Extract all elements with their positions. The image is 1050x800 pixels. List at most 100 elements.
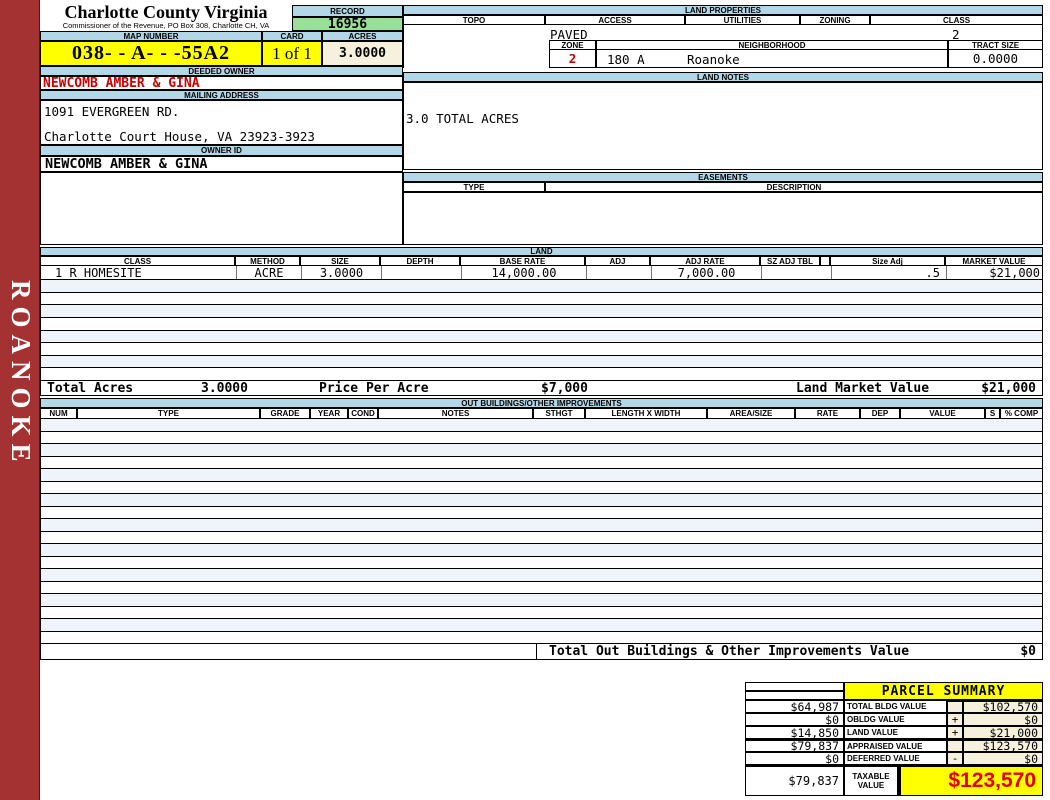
taxable-value: $123,570: [900, 765, 1043, 796]
summary-label-1: OBLDG VALUE: [844, 713, 947, 726]
col-dep: DEP: [860, 408, 900, 419]
map-number-value: 038- - A- - -55A2: [40, 41, 262, 66]
col-s: S: [985, 408, 1000, 419]
col-sthgt: STHGT: [533, 408, 585, 419]
col-sz-adj-tbl: SZ ADJ TBL: [760, 256, 820, 266]
col-area-size: AREA/SIZE: [707, 408, 795, 419]
land-market-value: $21,000: [946, 266, 1044, 279]
neighborhood-cell: 180 A Roanoke: [596, 50, 948, 68]
card-label: CARD: [262, 31, 322, 41]
acres-label: ACRES: [322, 31, 403, 41]
summary-value-2: $21,000: [963, 726, 1043, 739]
col-access: ACCESS: [545, 15, 685, 25]
empty-row: [41, 519, 1042, 532]
empty-row: [41, 293, 1042, 306]
out-buildings-total-label: Total Out Buildings & Other Improvements…: [549, 644, 909, 659]
empty-row: [41, 368, 1042, 380]
col-market-value: MARKET VALUE: [945, 256, 1043, 266]
empty-row: [41, 507, 1042, 520]
col-class: CLASS: [870, 15, 1043, 25]
col-adj: ADJ: [585, 256, 650, 266]
zone-label: ZONE: [549, 40, 596, 50]
empty-row: [41, 318, 1042, 331]
card-value: 1 of 1: [262, 41, 322, 66]
neighborhood-code: 180 A: [607, 52, 645, 67]
owner-notes-empty-box: [40, 172, 403, 245]
empty-row: [41, 469, 1042, 482]
mailing-address-box: 1091 EVERGREEN RD. Charlotte Court House…: [40, 100, 403, 145]
col-pct-comp: % COMP: [1000, 408, 1043, 419]
col-type: TYPE: [77, 408, 260, 419]
land-properties-title: LAND PROPERTIES: [403, 5, 1043, 15]
summary-op-3: [947, 739, 963, 752]
summary-left-2: $14,850: [745, 726, 844, 739]
empty-row: [41, 280, 1042, 293]
empty-row: [41, 419, 1042, 432]
col-base-rate: BASE RATE: [460, 256, 585, 266]
col-spacer: [820, 256, 830, 266]
county-title: Charlotte County Virginia: [40, 2, 292, 23]
record-value: 16956: [292, 17, 403, 31]
empty-row: [41, 444, 1042, 457]
price-per-acre-value: $7,000: [541, 381, 588, 395]
land-class: 1 R HOMESITE: [41, 266, 236, 279]
col-year: YEAR: [310, 408, 348, 419]
land-sz-adj-tbl: [761, 266, 821, 279]
address-line-2: Charlotte Court House, VA 23923-3923: [44, 129, 315, 144]
empty-row: [41, 331, 1042, 344]
col-easement-type: TYPE: [403, 182, 545, 192]
empty-row: [41, 569, 1042, 582]
summary-value-1: $0: [963, 713, 1043, 726]
empty-row: [41, 544, 1042, 557]
empty-row: [41, 532, 1042, 545]
col-notes: NOTES: [378, 408, 533, 419]
col-easement-description: DESCRIPTION: [545, 182, 1043, 192]
land-base-rate: 14,000.00: [461, 266, 586, 279]
col-rate: RATE: [795, 408, 860, 419]
empty-row: [41, 432, 1042, 445]
summary-op-2: +: [947, 726, 963, 739]
land-notes-box: 3.0 TOTAL ACRES: [403, 82, 1043, 170]
easements-empty-box: [403, 192, 1043, 245]
empty-row: [41, 619, 1042, 632]
total-acres-value: 3.0000: [201, 381, 248, 395]
parcel-summary: PARCEL SUMMARY $64,987 TOTAL BLDG VALUE …: [745, 682, 1043, 796]
neighborhood-name: Roanoke: [687, 52, 740, 67]
summary-label-0: TOTAL BLDG VALUE: [844, 700, 947, 713]
owner-id-value: NEWCOMB AMBER & GINA: [40, 156, 403, 172]
col-method: METHOD: [235, 256, 300, 266]
col-topo: TOPO: [403, 15, 545, 25]
summary-value-3: $123,570: [963, 739, 1043, 752]
parcel-summary-title: PARCEL SUMMARY: [844, 682, 1043, 700]
empty-row: [41, 343, 1042, 356]
out-buildings-empty-rows: [40, 419, 1043, 643]
col-value: VALUE: [900, 408, 985, 419]
summary-op-0: [947, 700, 963, 713]
col-size-adj: Size Adj: [830, 256, 945, 266]
summary-op-1: +: [947, 713, 963, 726]
summary-op-4: -: [947, 752, 963, 765]
summary-value-4: $0: [963, 752, 1043, 765]
total-acres-label: Total Acres: [47, 381, 133, 395]
out-buildings-total-row: Total Out Buildings & Other Improvements…: [40, 643, 1043, 660]
land-note-text: 3.0 TOTAL ACRES: [406, 111, 519, 126]
col-length-width: LENGTH X WIDTH: [585, 408, 707, 419]
col-utilities: UTILITIES: [685, 15, 800, 25]
col-zoning: ZONING: [800, 15, 870, 25]
col-cond: COND: [348, 408, 378, 419]
out-buildings-header-row: NUM TYPE GRADE YEAR COND NOTES STHGT LEN…: [40, 408, 1043, 419]
out-buildings-table: OUT BUILDINGS/OTHER IMPROVEMENTS NUM TYP…: [40, 398, 1043, 660]
land-empty-rows: [40, 280, 1043, 380]
land-table-header-row: CLASS METHOD SIZE DEPTH BASE RATE ADJ AD…: [40, 256, 1043, 266]
land-table: LAND CLASS METHOD SIZE DEPTH BASE RATE A…: [40, 247, 1043, 396]
land-row: 1 R HOMESITE ACRE 3.0000 14,000.00 7,000…: [40, 266, 1043, 280]
easements-header-row: TYPE DESCRIPTION: [403, 182, 1043, 192]
land-depth: [381, 266, 461, 279]
empty-row: [41, 482, 1042, 495]
map-number-label: MAP NUMBER: [40, 31, 262, 41]
summary-label-5: TAXABLE VALUE: [844, 765, 900, 796]
land-table-title: LAND: [40, 247, 1043, 256]
col-grade: GRADE: [260, 408, 310, 419]
zone-value: 2: [549, 50, 596, 68]
sidebar-neighborhood-label: ROANOKE: [5, 280, 36, 469]
